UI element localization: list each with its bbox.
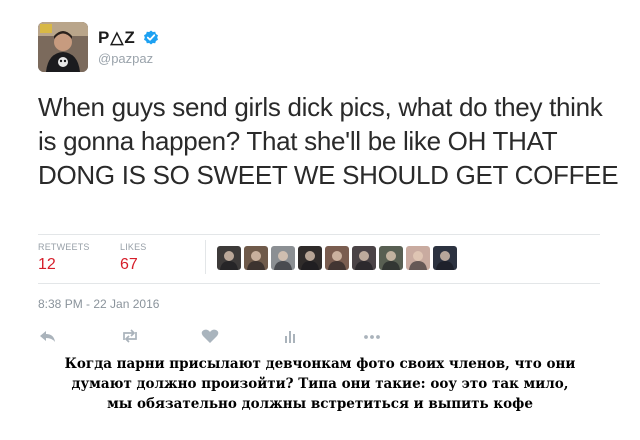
verified-badge-icon <box>144 30 158 45</box>
caption-line: мы обязательно должны встретиться и выпи… <box>107 396 533 412</box>
caption: Когда парни присылают девчонкам фото сво… <box>0 354 640 414</box>
like-icon[interactable] <box>200 328 220 344</box>
likes-stat[interactable]: LIKES 67 <box>120 242 147 274</box>
user-avatar-icon <box>38 22 88 72</box>
more-icon[interactable] <box>362 328 382 344</box>
caption-line: Когда парни присылают девчонкам фото сво… <box>64 356 576 372</box>
tweet-text: When guys send girls dick pics, what do … <box>38 92 619 190</box>
divider <box>38 283 600 284</box>
retweets-count: 12 <box>38 256 56 273</box>
likes-count: 67 <box>120 256 138 273</box>
liker-avatar-9[interactable] <box>433 246 457 270</box>
liker-avatar-4[interactable] <box>298 246 322 270</box>
caption-line: думают должно произойти? Типа они такие:… <box>71 376 569 392</box>
reply-icon[interactable] <box>38 328 58 344</box>
author-handle[interactable]: @pazpaz <box>98 51 153 66</box>
tweet-card: P△Z @pazpaz When guys send girls dick pi… <box>0 0 640 352</box>
liker-avatar-2[interactable] <box>244 246 268 270</box>
stats-divider <box>205 240 206 274</box>
retweets-label: RETWEETS <box>38 242 90 252</box>
author-avatar[interactable] <box>38 22 88 72</box>
liker-avatar-3[interactable] <box>271 246 295 270</box>
author-display-name[interactable]: P△Z <box>98 28 136 48</box>
liker-avatar-6[interactable] <box>352 246 376 270</box>
analytics-icon[interactable] <box>280 328 300 344</box>
tweet-timestamp[interactable]: 8:38 PM - 22 Jan 2016 <box>38 297 159 311</box>
liker-avatar-8[interactable] <box>406 246 430 270</box>
likes-label: LIKES <box>120 242 147 252</box>
retweet-icon[interactable] <box>120 328 140 344</box>
retweets-stat[interactable]: RETWEETS 12 <box>38 242 90 274</box>
divider <box>38 234 600 235</box>
liker-avatar-1[interactable] <box>217 246 241 270</box>
liker-avatar-7[interactable] <box>379 246 403 270</box>
liker-avatar-5[interactable] <box>325 246 349 270</box>
